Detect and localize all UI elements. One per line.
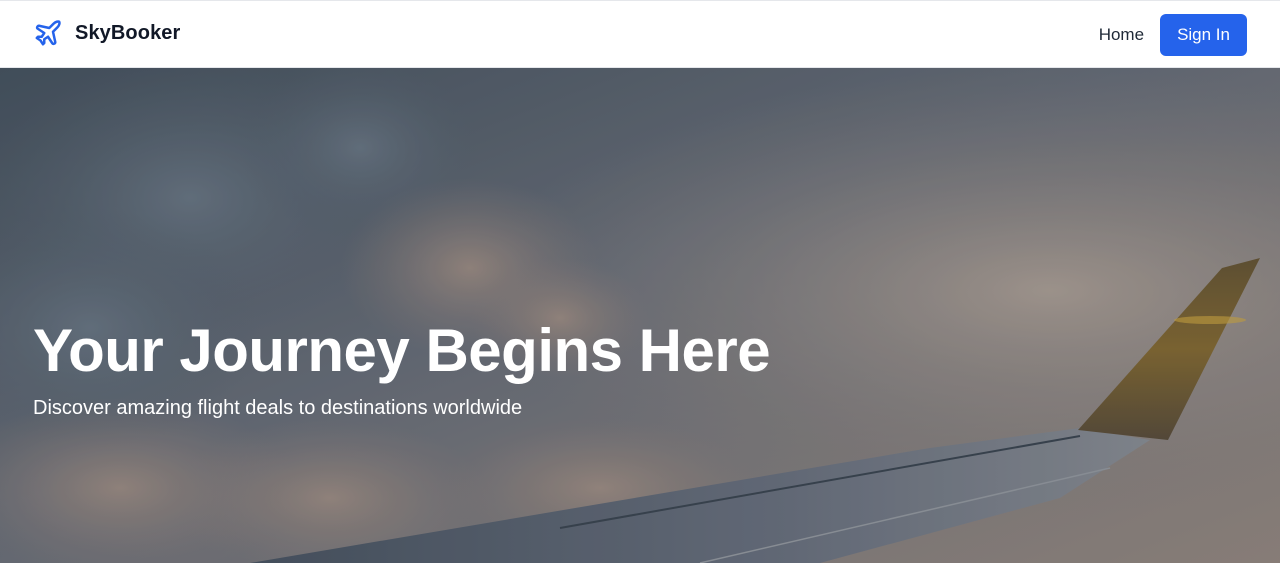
top-navbar: SkyBooker Home Sign In	[0, 0, 1280, 68]
nav-link-home[interactable]: Home	[1099, 25, 1144, 45]
airplane-icon	[35, 20, 61, 46]
sign-in-button[interactable]: Sign In	[1160, 14, 1247, 56]
hero-section: Your Journey Begins Here Discover amazin…	[0, 68, 1280, 563]
brand-logo-link[interactable]: SkyBooker	[33, 18, 180, 48]
hero-title: Your Journey Begins Here	[33, 317, 771, 384]
nav-actions: Home Sign In	[1099, 14, 1247, 56]
brand-name: SkyBooker	[75, 21, 181, 44]
hero-subtitle: Discover amazing flight deals to destina…	[33, 397, 523, 419]
